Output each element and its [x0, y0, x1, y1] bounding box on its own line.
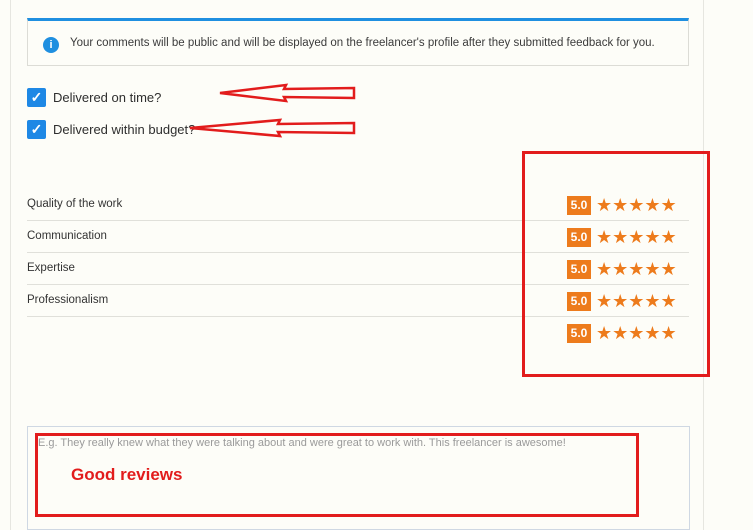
- annotation-text: Good reviews: [71, 465, 183, 484]
- checkbox-checked-icon[interactable]: ✓: [27, 87, 46, 107]
- checkbox-delivered-on-time[interactable]: ✓ Delivered on time?: [27, 87, 161, 107]
- annotation-box-ratings: [522, 151, 710, 377]
- checkbox-label: Delivered on time?: [53, 89, 162, 105]
- checkbox-checked-icon[interactable]: ✓: [27, 119, 46, 139]
- rating-label: Professionalism: [27, 294, 109, 306]
- info-text: Your comments will be public and will be…: [70, 37, 655, 49]
- checkbox-delivered-within-budget[interactable]: ✓ Delivered within budget?: [27, 119, 195, 139]
- info-notice: i Your comments will be public and will …: [27, 18, 689, 66]
- arrow-annotation-icon: [189, 118, 356, 138]
- rating-label: Communication: [27, 230, 107, 242]
- rating-label: Quality of the work: [27, 198, 123, 210]
- checkbox-label: Delivered within budget?: [53, 121, 196, 137]
- left-divider: [10, 0, 11, 530]
- arrow-annotation-icon: [219, 83, 356, 103]
- info-icon: i: [43, 37, 59, 53]
- rating-label: Expertise: [27, 262, 75, 274]
